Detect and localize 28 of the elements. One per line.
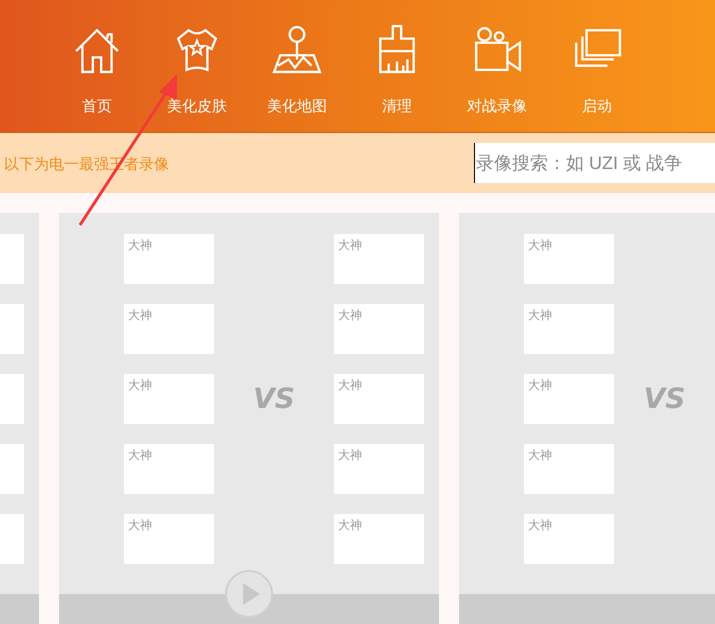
versus-label: VS — [253, 381, 295, 417]
search-field[interactable]: 录像搜索：如 UZI 或 战争 — [474, 143, 715, 183]
map-icon — [272, 24, 322, 74]
nav-item[interactable]: 美化地图 — [247, 0, 347, 132]
versus-label: VS — [644, 381, 686, 417]
player-slot: 大神 — [124, 444, 214, 494]
player-slot: 大神 — [334, 234, 424, 284]
player-slot: 大神 — [334, 304, 424, 354]
card-footer — [0, 594, 39, 624]
nav-item[interactable]: 启动 — [547, 0, 647, 132]
player-slot: 大神 — [334, 514, 424, 564]
player-slot: 大神 — [334, 444, 424, 494]
player-slot: 大神 — [124, 234, 214, 284]
nav-item[interactable]: 对战录像 — [447, 0, 547, 132]
player-slot: 大神 — [524, 304, 614, 354]
nav-item[interactable]: 首页 — [47, 0, 147, 132]
camera-icon — [472, 24, 522, 74]
player-slot: 大神 — [524, 234, 614, 284]
nav-item[interactable]: 美化皮肤 — [147, 0, 247, 132]
player-slot: 大神 — [524, 514, 614, 564]
nav-item[interactable]: 清理 — [347, 0, 447, 132]
player-slot: 大神 — [124, 514, 214, 564]
player-slot: 大神 — [524, 444, 614, 494]
player-slot: 大神 — [524, 374, 614, 424]
player-slot: 大神 — [334, 374, 424, 424]
play-icon[interactable] — [224, 569, 274, 619]
player-slot: 大神 — [124, 304, 214, 354]
player-slot: 大神 — [124, 374, 214, 424]
